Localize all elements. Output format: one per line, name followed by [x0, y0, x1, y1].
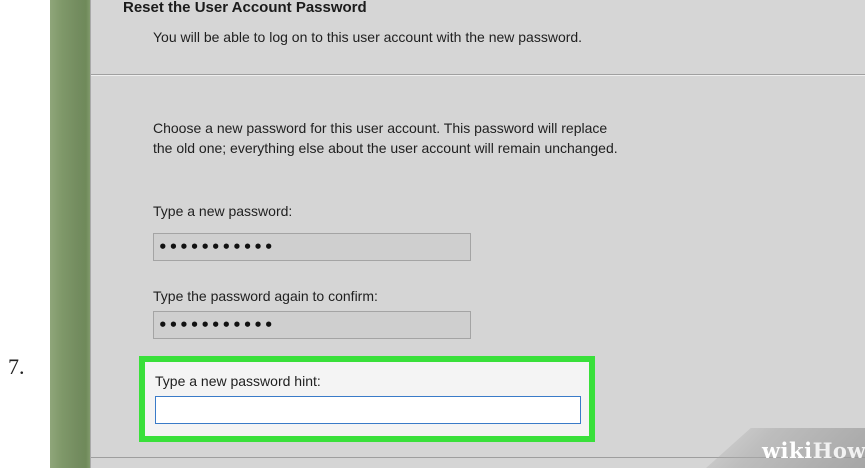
screenshot: Reset the User Account Password You will…: [50, 0, 865, 468]
new-password-field[interactable]: •••••••••••: [153, 233, 471, 261]
page: 7. Reset the User Account Password You w…: [0, 0, 865, 468]
dialog-title-text: Reset the User Account Password: [123, 0, 367, 12]
password-hint-input[interactable]: [155, 396, 581, 424]
watermark-wiki: wiki: [761, 438, 813, 463]
header-divider: [91, 75, 865, 76]
dialog-title: Reset the User Account Password: [123, 0, 367, 12]
watermark-how: How: [812, 438, 865, 463]
wikihow-watermark: wikiHow: [762, 438, 865, 463]
dialog-subtitle: You will be able to log on to this user …: [153, 29, 583, 45]
password-hint-highlight: Type a new password hint:: [139, 356, 595, 442]
description-line-2: the old one; everything else about the u…: [153, 140, 618, 156]
confirm-password-label: Type the password again to confirm:: [153, 288, 378, 304]
reset-password-dialog: Reset the User Account Password You will…: [90, 0, 865, 468]
new-password-label: Type a new password:: [153, 203, 293, 219]
dialog-header: Reset the User Account Password You will…: [91, 0, 865, 75]
password-hint-label: Type a new password hint:: [155, 373, 321, 389]
description-line-1: Choose a new password for this user acco…: [153, 120, 608, 136]
step-number: 7.: [8, 354, 25, 379]
confirm-password-field[interactable]: •••••••••••: [153, 311, 471, 339]
dialog-description: Choose a new password for this user acco…: [153, 118, 753, 158]
